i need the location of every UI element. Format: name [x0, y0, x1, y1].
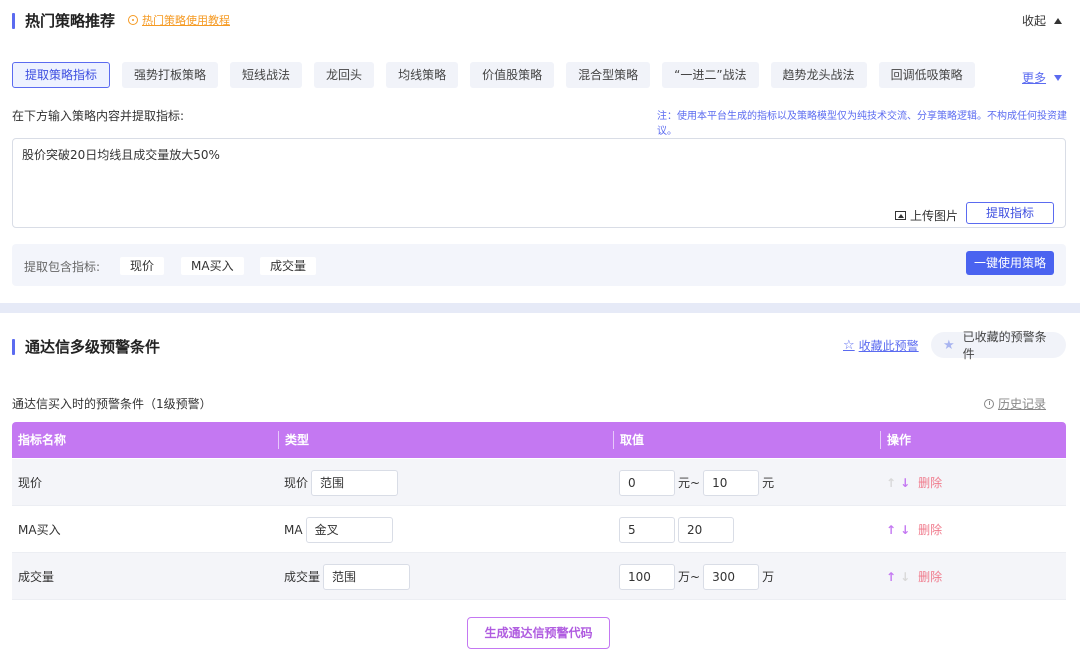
- tab-moving-average[interactable]: 均线策略: [386, 62, 459, 88]
- collapse-toggle[interactable]: 收起: [1022, 12, 1063, 29]
- extract-indicators-button[interactable]: 提取指标: [966, 202, 1054, 224]
- title-accent-bar: [12, 12, 15, 29]
- type-select[interactable]: 范围: [323, 563, 411, 590]
- caret-down-icon: [1054, 74, 1063, 81]
- tab-short-term[interactable]: 短线战法: [230, 62, 303, 88]
- row-indicator-name: 成交量: [18, 570, 55, 584]
- table-row: 成交量 成交量 范围 100 万~ 300 万 ↑ ↓ 删除: [12, 553, 1066, 600]
- upload-label: 上传图片: [910, 209, 959, 223]
- unit-label: 万: [762, 570, 775, 584]
- max-value-input[interactable]: 20: [678, 516, 734, 543]
- tab-one-to-two[interactable]: “一进二”战法: [662, 62, 759, 88]
- result-label: 提取包含指标:: [24, 260, 101, 274]
- tab-trend-leader[interactable]: 趋势龙头战法: [770, 62, 867, 88]
- collapse-label: 收起: [1022, 14, 1047, 28]
- indicator-chip: 现价: [120, 257, 165, 275]
- more-dropdown[interactable]: 更多: [1022, 69, 1063, 86]
- row-type-cell: 现价 范围: [284, 459, 399, 506]
- tab-hybrid[interactable]: 混合型策略: [566, 62, 651, 88]
- section-divider: [0, 303, 1080, 313]
- max-value-input[interactable]: 10: [703, 469, 760, 496]
- delete-button[interactable]: 删除: [918, 521, 942, 538]
- use-strategy-button[interactable]: 一键使用策略: [966, 251, 1054, 275]
- unit-label: 万~: [678, 570, 701, 584]
- unit-label: 元~: [678, 476, 701, 490]
- tab-dragon-return[interactable]: 龙回头: [314, 62, 375, 88]
- arrow-down-icon[interactable]: ↓: [900, 524, 910, 536]
- row-value-cell: 0 元~ 10 元: [619, 459, 777, 506]
- type-prefix: 现价: [284, 476, 309, 490]
- prompt-label: 在下方输入策略内容并提取指标:: [12, 109, 185, 123]
- tutorial-link-label: 热门策略使用教程: [142, 14, 230, 27]
- indicator-chip: 成交量: [260, 257, 317, 275]
- strategy-input[interactable]: 股价突破20日均线且成交量放大50% 上传图片 提取指标: [12, 138, 1066, 228]
- alert-level-label: 通达信买入时的预警条件（1级预警）: [12, 397, 212, 411]
- alert-title-text: 通达信多级预警条件: [25, 338, 161, 356]
- type-select[interactable]: 金叉: [305, 516, 393, 543]
- type-prefix: MA: [284, 522, 303, 537]
- history-label: 历史记录: [998, 397, 1047, 411]
- arrow-up-icon[interactable]: ↑: [886, 477, 896, 489]
- min-value-input[interactable]: 0: [619, 469, 675, 496]
- play-circle-icon: [128, 15, 138, 25]
- arrow-up-icon[interactable]: ↑: [886, 571, 896, 583]
- delete-button[interactable]: 删除: [918, 568, 942, 585]
- column-header-type: 类型: [278, 431, 309, 449]
- tab-pullback-buy[interactable]: 回调低吸策略: [878, 62, 975, 88]
- tab-extract-indicators[interactable]: 提取策略指标: [12, 62, 111, 88]
- type-select[interactable]: 范围: [311, 469, 399, 496]
- type-prefix: 成交量: [284, 570, 321, 584]
- generate-code-button[interactable]: 生成通达信预警代码: [467, 617, 610, 649]
- tutorial-link[interactable]: 热门策略使用教程: [128, 12, 230, 28]
- favorite-alert-link[interactable]: ☆ 收藏此预警: [843, 337, 919, 354]
- title-accent-bar: [12, 338, 15, 355]
- arrow-up-icon[interactable]: ↑: [886, 524, 896, 536]
- delete-button[interactable]: 删除: [918, 474, 942, 491]
- strategy-section-title: 热门策略推荐: [12, 10, 115, 31]
- clock-icon: [984, 398, 994, 409]
- row-actions-cell: ↑ ↓ 删除: [886, 459, 942, 506]
- column-header-actions: 操作: [880, 431, 911, 449]
- disclaimer-note: 注：使用本平台生成的指标以及策略模型仅为纯技术交流、分享策略逻辑。不构成任何投资…: [657, 111, 1067, 137]
- row-actions-cell: ↑ ↓ 删除: [886, 506, 942, 553]
- column-header-value: 取值: [613, 431, 644, 449]
- unit-label: 元: [762, 476, 775, 490]
- strategy-tabs: 提取策略指标 强势打板策略 短线战法 龙回头 均线策略 价值股策略 混合型策略 …: [12, 62, 975, 88]
- min-value-input[interactable]: 5: [619, 516, 675, 543]
- history-link[interactable]: 历史记录: [984, 395, 1046, 412]
- strategy-title-text: 热门策略推荐: [25, 12, 116, 30]
- saved-alerts-label: 已收藏的预警条件: [962, 330, 1047, 361]
- tab-value-stock[interactable]: 价值股策略: [470, 62, 555, 88]
- max-value-input[interactable]: 300: [703, 563, 760, 590]
- star-outline-icon: ☆: [843, 338, 855, 353]
- alert-section-title: 通达信多级预警条件: [12, 336, 160, 357]
- indicator-chip: MA买入: [181, 257, 244, 275]
- tab-strong-board[interactable]: 强势打板策略: [122, 62, 219, 88]
- arrow-down-icon[interactable]: ↓: [900, 571, 910, 583]
- more-label: 更多: [1022, 71, 1047, 85]
- min-value-input[interactable]: 100: [619, 563, 675, 590]
- row-value-cell: 100 万~ 300 万: [619, 553, 777, 600]
- row-actions-cell: ↑ ↓ 删除: [886, 553, 942, 600]
- star-filled-icon: ★: [943, 337, 955, 353]
- extracted-indicators-bar: 提取包含指标: 现价 MA买入 成交量 一键使用策略: [12, 244, 1066, 286]
- strategy-input-text: 股价突破20日均线且成交量放大50%: [22, 148, 220, 162]
- upload-image-button[interactable]: 上传图片: [895, 207, 958, 224]
- row-type-cell: 成交量 范围: [284, 553, 411, 600]
- table-header: 指标名称 类型 取值 操作: [12, 422, 1066, 458]
- table-row: 现价 现价 范围 0 元~ 10 元 ↑ ↓ 删除: [12, 459, 1066, 506]
- caret-up-icon: [1054, 17, 1063, 24]
- row-indicator-name: MA买入: [18, 523, 61, 537]
- saved-alerts-button[interactable]: ★ 已收藏的预警条件: [931, 330, 1066, 361]
- arrow-down-icon[interactable]: ↓: [900, 477, 910, 489]
- column-header-name: 指标名称: [18, 433, 67, 447]
- row-indicator-name: 现价: [18, 476, 43, 490]
- table-row: MA买入 MA 金叉 5 20 ↑ ↓ 删除: [12, 506, 1066, 553]
- row-value-cell: 5 20: [619, 506, 734, 553]
- image-icon: [895, 211, 906, 220]
- row-type-cell: MA 金叉: [284, 506, 393, 553]
- favorite-alert-label: 收藏此预警: [858, 339, 919, 353]
